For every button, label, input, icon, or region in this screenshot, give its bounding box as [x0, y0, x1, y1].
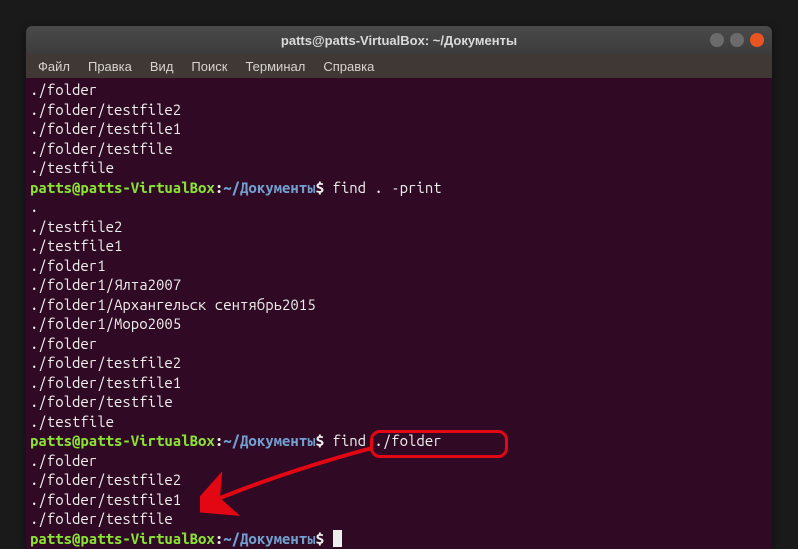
prompt-line: patts@patts-VirtualBox:~/Документы$ find… [30, 178, 768, 198]
prompt-path: ~/Документы [223, 432, 315, 449]
output-line: ./folder/testfile2 [30, 100, 768, 120]
output-line: ./folder/testfile [30, 392, 768, 412]
output-line: ./folder1/Ялта2007 [30, 275, 768, 295]
menu-help[interactable]: Справка [315, 57, 382, 76]
menu-view[interactable]: Вид [142, 57, 182, 76]
menubar: Файл Правка Вид Поиск Терминал Справка [26, 54, 772, 78]
output-line: ./folder1/Архангельск сентябрь2015 [30, 295, 768, 315]
terminal-window: patts@patts-VirtualBox: ~/Документы Файл… [26, 26, 772, 549]
menu-file[interactable]: Файл [30, 57, 78, 76]
prompt-user-host: patts@patts-VirtualBox [30, 530, 215, 547]
prompt-colon: : [215, 179, 223, 196]
output-line: ./folder1 [30, 256, 768, 276]
command-text: find ./folder [324, 432, 442, 449]
prompt-path: ~/Документы [223, 179, 315, 196]
maximize-button[interactable] [730, 33, 744, 47]
output-line: ./testfile2 [30, 217, 768, 237]
output-line: ./testfile1 [30, 236, 768, 256]
prompt-line: patts@patts-VirtualBox:~/Документы$ [30, 529, 768, 549]
output-line: ./folder/testfile1 [30, 490, 768, 510]
output-line: ./folder/testfile [30, 139, 768, 159]
command-text: find . -print [324, 179, 442, 196]
prompt-dollar: $ [316, 530, 324, 547]
output-line: ./folder [30, 334, 768, 354]
output-line: ./folder/testfile [30, 509, 768, 529]
output-line: ./folder/testfile2 [30, 353, 768, 373]
menu-search[interactable]: Поиск [183, 57, 235, 76]
output-line: ./folder/testfile2 [30, 470, 768, 490]
terminal-output[interactable]: ./folder ./folder/testfile2 ./folder/tes… [26, 78, 772, 549]
output-line: ./folder/testfile1 [30, 119, 768, 139]
cursor-icon [333, 530, 342, 547]
prompt-path: ~/Документы [223, 530, 315, 547]
output-line: ./folder [30, 451, 768, 471]
output-line: . [30, 197, 768, 217]
prompt-user-host: patts@patts-VirtualBox [30, 432, 215, 449]
window-controls [710, 33, 764, 47]
titlebar: patts@patts-VirtualBox: ~/Документы [26, 26, 772, 54]
output-line: ./folder/testfile1 [30, 373, 768, 393]
prompt-colon: : [215, 432, 223, 449]
prompt-line: patts@patts-VirtualBox:~/Документы$ find… [30, 431, 768, 451]
prompt-dollar: $ [316, 432, 324, 449]
prompt-dollar: $ [316, 179, 324, 196]
close-button[interactable] [750, 33, 764, 47]
minimize-button[interactable] [710, 33, 724, 47]
prompt-colon: : [215, 530, 223, 547]
menu-edit[interactable]: Правка [80, 57, 140, 76]
prompt-user-host: patts@patts-VirtualBox [30, 179, 215, 196]
output-line: ./testfile [30, 412, 768, 432]
output-line: ./folder1/Моро2005 [30, 314, 768, 334]
command-text [324, 530, 332, 547]
window-title: patts@patts-VirtualBox: ~/Документы [34, 33, 764, 48]
menu-terminal[interactable]: Терминал [237, 57, 313, 76]
output-line: ./testfile [30, 158, 768, 178]
output-line: ./folder [30, 80, 768, 100]
